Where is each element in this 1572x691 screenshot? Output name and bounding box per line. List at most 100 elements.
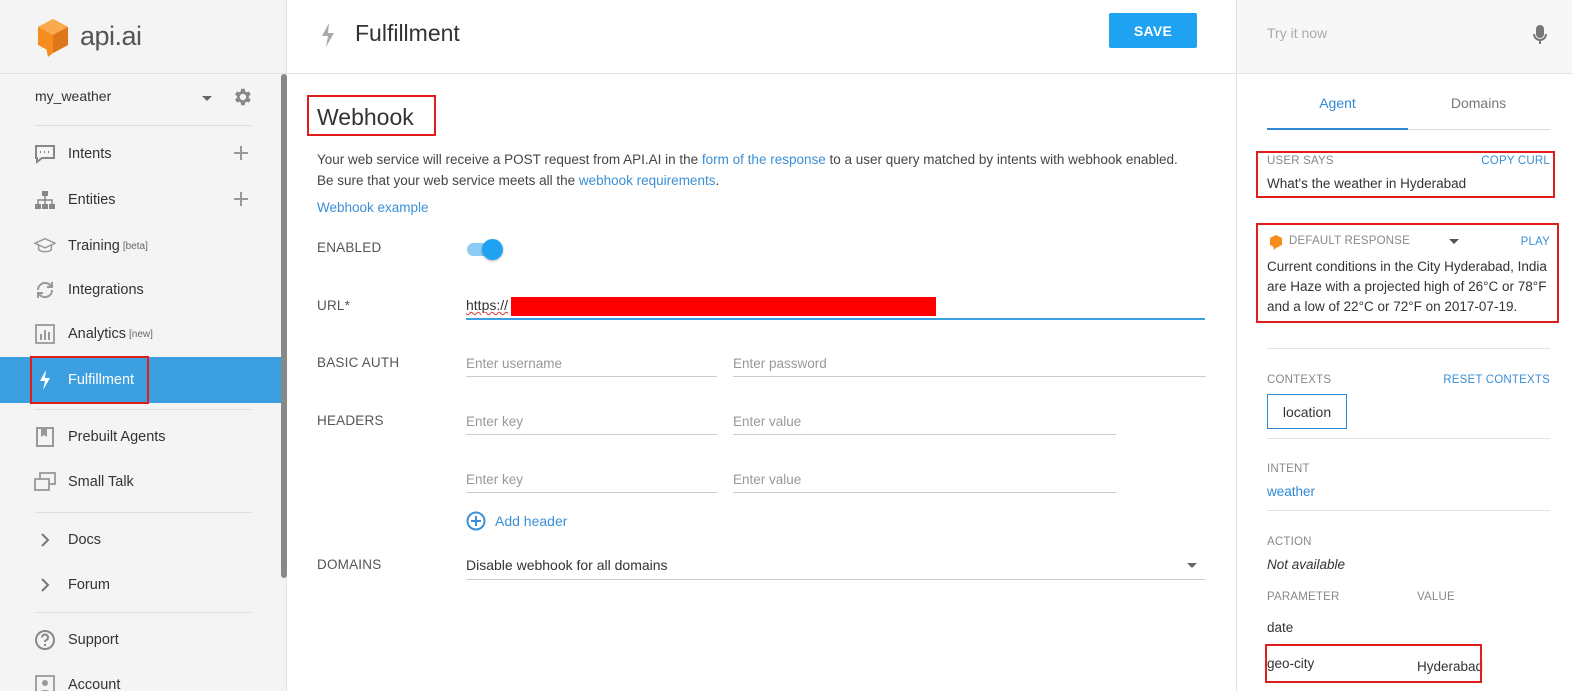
test-console-panel: Agent Domains USER SAYS COPY CURL What's… xyxy=(1236,0,1572,691)
toggle-knob xyxy=(482,239,503,260)
password-input[interactable] xyxy=(733,351,1206,377)
enabled-toggle[interactable] xyxy=(467,238,503,260)
chat-windows-icon xyxy=(34,471,56,493)
chevron-down-icon[interactable] xyxy=(1449,239,1459,244)
domains-label: DOMAINS xyxy=(317,557,382,572)
domains-select[interactable]: Disable webhook for all domains xyxy=(466,552,1205,580)
header-value-input[interactable] xyxy=(733,409,1116,435)
sidebar-item-fulfillment[interactable]: Fulfillment xyxy=(0,357,282,403)
page-header: Fulfillment SAVE xyxy=(287,0,1236,74)
lightning-bolt-icon xyxy=(34,369,56,391)
header-key-input[interactable] xyxy=(466,467,717,493)
sidebar: api.ai my_weather Intents Entities Train… xyxy=(0,0,287,691)
sidebar-item-entities[interactable]: Entities xyxy=(0,177,282,223)
beta-badge: [beta] xyxy=(122,240,148,252)
user-says-label: USER SAYS xyxy=(1267,155,1334,167)
sidebar-item-analytics[interactable]: Analytics [new] xyxy=(0,311,282,357)
desc-text: Your web service will receive a POST req… xyxy=(317,152,702,167)
sidebar-item-label: Training xyxy=(68,238,120,254)
sidebar-item-label: Analytics xyxy=(68,326,127,342)
save-button[interactable]: SAVE xyxy=(1109,13,1197,48)
desc-text: to a user query matched by intents with … xyxy=(825,152,1178,167)
chevron-down-icon xyxy=(1187,563,1197,568)
sidebar-item-label: Account xyxy=(68,677,121,691)
tab-active-indicator xyxy=(1267,128,1408,130)
sidebar-item-docs[interactable]: Docs xyxy=(0,517,282,563)
header-key-input[interactable] xyxy=(466,409,717,435)
divider xyxy=(35,409,251,410)
sidebar-item-support[interactable]: Support xyxy=(0,617,282,663)
microphone-icon[interactable] xyxy=(1533,24,1547,46)
sidebar-item-label: Small Talk xyxy=(68,474,134,490)
reset-contexts-button[interactable]: RESET CONTEXTS xyxy=(1443,374,1550,386)
agent-logo-icon xyxy=(1270,235,1282,250)
plus-icon[interactable] xyxy=(232,144,250,162)
url-value: https:// xyxy=(466,297,509,313)
try-it-input[interactable] xyxy=(1267,25,1517,41)
sidebar-item-training[interactable]: Training [beta] xyxy=(0,223,282,269)
play-button[interactable]: PLAY xyxy=(1521,236,1550,248)
user-says-text: What's the weather in Hyderabad xyxy=(1267,176,1467,191)
url-input[interactable]: https:// xyxy=(466,294,1205,320)
sidebar-item-label: Fulfillment xyxy=(68,372,135,388)
sidebar-item-intents[interactable]: Intents xyxy=(0,131,282,177)
main-content: Webhook Your web service will receive a … xyxy=(287,74,1236,691)
sidebar-item-prebuilt-agents[interactable]: Prebuilt Agents xyxy=(0,414,282,460)
brand[interactable]: api.ai xyxy=(0,0,286,74)
divider xyxy=(35,125,251,126)
sidebar-item-forum[interactable]: Forum xyxy=(0,562,282,608)
add-header-label: Add header xyxy=(495,513,568,529)
add-header-button[interactable]: Add header xyxy=(466,511,567,531)
header-value-input[interactable] xyxy=(733,467,1116,493)
webhook-requirements-link[interactable]: webhook requirements xyxy=(579,173,716,188)
webhook-title: Webhook xyxy=(317,104,414,130)
action-value: Not available xyxy=(1267,557,1346,572)
tab-agent[interactable]: Agent xyxy=(1267,95,1408,111)
headers-label: HEADERS xyxy=(317,413,384,428)
username-input[interactable] xyxy=(466,351,717,377)
parameter-column-header: PARAMETER xyxy=(1267,591,1340,603)
intent-link[interactable]: weather xyxy=(1267,484,1315,499)
webhook-example-link[interactable]: Webhook example xyxy=(317,200,429,215)
action-label: ACTION xyxy=(1267,536,1312,548)
chevron-down-icon[interactable] xyxy=(202,96,212,101)
agent-selector[interactable]: my_weather xyxy=(0,74,282,118)
param-name: geo-city xyxy=(1267,656,1315,671)
api-ai-logo-icon xyxy=(38,18,68,57)
gear-icon[interactable] xyxy=(231,86,253,108)
basic-auth-label: BASIC AUTH xyxy=(317,355,400,370)
new-badge: [new] xyxy=(129,328,153,340)
param-name: date xyxy=(1267,620,1294,635)
copy-curl-button[interactable]: COPY CURL xyxy=(1481,155,1550,167)
agent-name: my_weather xyxy=(35,88,112,104)
plus-icon[interactable] xyxy=(232,190,250,208)
divider xyxy=(35,512,251,513)
url-label: URL* xyxy=(317,298,351,313)
brand-name: api.ai xyxy=(80,21,142,51)
hierarchy-icon xyxy=(34,189,56,211)
sidebar-item-label: Docs xyxy=(68,532,102,548)
bookmark-book-icon xyxy=(34,426,56,448)
form-of-response-link[interactable]: form of the response xyxy=(702,152,826,167)
chevron-right-icon xyxy=(34,529,56,551)
context-chip[interactable]: location xyxy=(1267,394,1347,429)
help-circle-icon xyxy=(34,629,56,651)
divider xyxy=(1267,438,1550,439)
divider xyxy=(1267,510,1550,511)
sidebar-item-label: Integrations xyxy=(68,282,144,298)
sidebar-item-label: Forum xyxy=(68,577,110,593)
account-icon xyxy=(34,674,56,691)
intent-label: INTENT xyxy=(1267,463,1310,475)
sidebar-item-label: Prebuilt Agents xyxy=(68,429,166,445)
webhook-description: Your web service will receive a POST req… xyxy=(317,149,1207,191)
desc-text: Be sure that your web service meets all … xyxy=(317,173,579,188)
redacted-url xyxy=(511,297,936,316)
sidebar-item-account[interactable]: Account xyxy=(0,662,282,691)
sidebar-item-small-talk[interactable]: Small Talk xyxy=(0,459,282,505)
app-window: api.ai my_weather Intents Entities Train… xyxy=(0,0,1572,691)
sidebar-item-label: Entities xyxy=(68,192,116,208)
sidebar-item-label: Support xyxy=(68,632,119,648)
lightning-bolt-icon xyxy=(322,23,334,47)
sidebar-item-integrations[interactable]: Integrations xyxy=(0,267,282,313)
tab-domains[interactable]: Domains xyxy=(1408,95,1549,111)
